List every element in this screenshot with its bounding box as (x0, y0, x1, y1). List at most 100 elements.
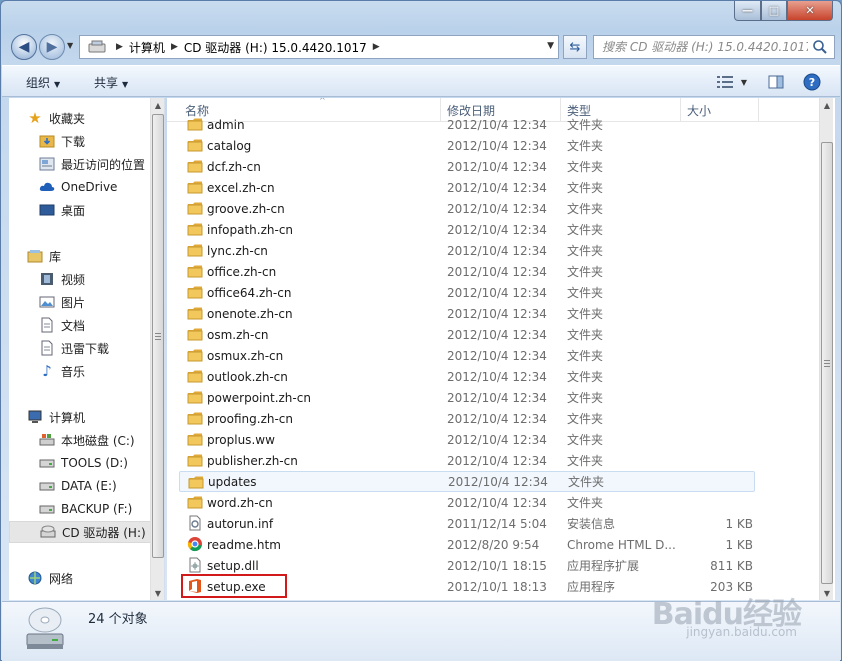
nav-item-drive-d[interactable]: TOOLS (D:) (9, 452, 149, 474)
file-list-scrollbar[interactable]: ▲ ▼ (819, 98, 833, 600)
nav-item-downloads[interactable]: 下载 (9, 130, 149, 152)
file-name: lync.zh-cn (207, 243, 268, 258)
nav-item-documents[interactable]: 文档 (9, 314, 149, 336)
address-dropdown[interactable]: ▼ (547, 41, 554, 51)
file-row[interactable]: excel.zh-cn 2012/10/4 12:34 文件夹 (179, 177, 755, 198)
nav-network[interactable]: 网络 (9, 567, 149, 589)
scroll-thumb[interactable] (821, 142, 833, 584)
breadcrumb-cd-drive[interactable]: CD 驱动器 (H:) 15.0.4420.1017 (184, 39, 367, 56)
nav-label: 音乐 (61, 364, 86, 379)
breadcrumb-separator[interactable]: ▶ (373, 42, 380, 52)
file-date: 2012/10/4 12:34 (447, 117, 547, 132)
file-name: dcf.zh-cn (207, 159, 261, 174)
nav-item-music[interactable]: ♪ 音乐 (9, 360, 149, 382)
nav-item-recent-places[interactable]: 最近访问的位置 (9, 153, 149, 175)
nav-item-drive-c[interactable]: 本地磁盘 (C:) (9, 429, 149, 451)
refresh-button[interactable]: ⇆ (563, 35, 587, 59)
baidu-watermark-url: jingyan.baidu.com (686, 625, 797, 639)
file-row[interactable]: groove.zh-cn 2012/10/4 12:34 文件夹 (179, 198, 755, 219)
folder-icon (187, 242, 203, 258)
file-row[interactable]: lync.zh-cn 2012/10/4 12:34 文件夹 (179, 240, 755, 261)
file-row[interactable]: powerpoint.zh-cn 2012/10/4 12:34 文件夹 (179, 387, 755, 408)
file-row[interactable]: setup.dll 2012/10/1 18:15 应用程序扩展 811 KB (179, 555, 755, 576)
change-view-button[interactable]: ▼ (712, 72, 752, 92)
desktop-icon (39, 202, 55, 218)
nav-item-pictures[interactable]: 图片 (9, 291, 149, 313)
chevron-down-icon: ▼ (122, 80, 129, 89)
scroll-down-arrow-icon[interactable]: ▼ (820, 586, 834, 600)
folder-icon (188, 474, 204, 490)
file-row[interactable]: word.zh-cn 2012/10/4 12:34 文件夹 (179, 492, 755, 513)
search-input[interactable] (600, 39, 810, 55)
share-button[interactable]: 共享 ▼ (94, 74, 128, 91)
nav-libraries[interactable]: 库 (9, 245, 149, 267)
scroll-up-arrow-icon[interactable]: ▲ (820, 98, 834, 112)
file-type: 文件夹 (567, 496, 604, 510)
breadcrumb-computer[interactable]: 计算机 (129, 39, 165, 56)
folder-icon (187, 158, 203, 174)
file-type: 安装信息 (567, 517, 616, 531)
nav-item-drive-f[interactable]: BACKUP (F:) (9, 498, 149, 520)
file-row[interactable]: infopath.zh-cn 2012/10/4 12:34 文件夹 (179, 219, 755, 240)
nav-computer[interactable]: 计算机 (9, 406, 149, 428)
back-button[interactable]: ◀ (11, 34, 37, 60)
organize-button[interactable]: 组织 ▼ (26, 74, 60, 91)
picture-library-icon (39, 294, 55, 310)
file-row[interactable]: publisher.zh-cn 2012/10/4 12:34 文件夹 (179, 450, 755, 471)
file-name: outlook.zh-cn (207, 369, 288, 384)
file-row[interactable]: proplus.ww 2012/10/4 12:34 文件夹 (179, 429, 755, 450)
file-row[interactable]: updates 2012/10/4 12:34 文件夹 (179, 471, 755, 492)
scroll-up-arrow-icon[interactable]: ▲ (151, 98, 164, 112)
nav-item-videos[interactable]: 视频 (9, 268, 149, 290)
file-date: 2012/10/4 12:34 (447, 222, 547, 237)
network-icon (27, 570, 43, 586)
nav-label: 迅雷下载 (61, 341, 110, 356)
nav-label: 收藏夹 (49, 111, 86, 126)
file-row[interactable]: catalog 2012/10/4 12:34 文件夹 (179, 135, 755, 156)
breadcrumb-separator[interactable]: ▶ (171, 42, 178, 52)
scroll-thumb[interactable] (152, 114, 164, 558)
file-row[interactable]: autorun.inf 2011/12/14 5:04 安装信息 1 KB (179, 513, 755, 534)
minimize-button[interactable]: — (734, 1, 761, 21)
nav-item-drive-e[interactable]: DATA (E:) (9, 475, 149, 497)
nav-label: DATA (E:) (61, 479, 117, 493)
file-row[interactable]: office64.zh-cn 2012/10/4 12:34 文件夹 (179, 282, 755, 303)
navigation-pane: ★ 收藏夹 下载 最近访问的位置 OneDrive 桌面 库 视频 图片 文档 … (9, 98, 165, 600)
nav-pane-scrollbar[interactable]: ▲ ▼ (150, 98, 164, 600)
nav-item-thunder-downloads[interactable]: 迅雷下载 (9, 337, 149, 359)
organize-label: 组织 (26, 76, 51, 90)
folder-icon (187, 284, 203, 300)
nav-label: TOOLS (D:) (61, 456, 128, 470)
forward-button[interactable]: ▶ (39, 34, 65, 60)
close-button[interactable]: ✕ (787, 1, 833, 21)
file-date: 2012/10/4 12:34 (447, 348, 547, 363)
file-date: 2012/10/4 12:34 (447, 138, 547, 153)
folder-icon (187, 305, 203, 321)
nav-item-desktop[interactable]: 桌面 (9, 199, 149, 221)
file-row[interactable]: proofing.zh-cn 2012/10/4 12:34 文件夹 (179, 408, 755, 429)
file-row[interactable]: office.zh-cn 2012/10/4 12:34 文件夹 (179, 261, 755, 282)
file-row[interactable]: dcf.zh-cn 2012/10/4 12:34 文件夹 (179, 156, 755, 177)
recent-pages-dropdown[interactable]: ▼ (67, 41, 73, 50)
file-row[interactable]: osmux.zh-cn 2012/10/4 12:34 文件夹 (179, 345, 755, 366)
search-box[interactable] (593, 35, 835, 59)
nav-label: 文档 (61, 318, 86, 333)
breadcrumb-separator[interactable]: ▶ (116, 42, 123, 52)
item-count: 24 个对象 (88, 612, 148, 627)
file-date: 2012/10/4 12:34 (447, 180, 547, 195)
preview-pane-button[interactable] (766, 72, 786, 92)
file-row[interactable]: osm.zh-cn 2012/10/4 12:34 文件夹 (179, 324, 755, 345)
file-row[interactable]: admin 2012/10/4 12:34 文件夹 (179, 114, 755, 135)
help-button[interactable]: ? (802, 72, 822, 92)
scroll-down-arrow-icon[interactable]: ▼ (151, 586, 164, 600)
file-name: publisher.zh-cn (207, 453, 298, 468)
nav-item-drive-h[interactable]: CD 驱动器 (H:) 1 (9, 521, 157, 543)
nav-favorites[interactable]: ★ 收藏夹 (9, 107, 149, 129)
address-bar[interactable]: ▶ 计算机 ▶ CD 驱动器 (H:) 15.0.4420.1017 ▶ ▼ (79, 35, 559, 59)
file-row[interactable]: onenote.zh-cn 2012/10/4 12:34 文件夹 (179, 303, 755, 324)
maximize-button[interactable]: □ (761, 1, 787, 21)
file-row[interactable]: readme.htm 2012/8/20 9:54 Chrome HTML D...… (179, 534, 755, 555)
nav-item-onedrive[interactable]: OneDrive (9, 176, 149, 198)
file-row[interactable]: outlook.zh-cn 2012/10/4 12:34 文件夹 (179, 366, 755, 387)
search-icon[interactable] (812, 39, 828, 55)
